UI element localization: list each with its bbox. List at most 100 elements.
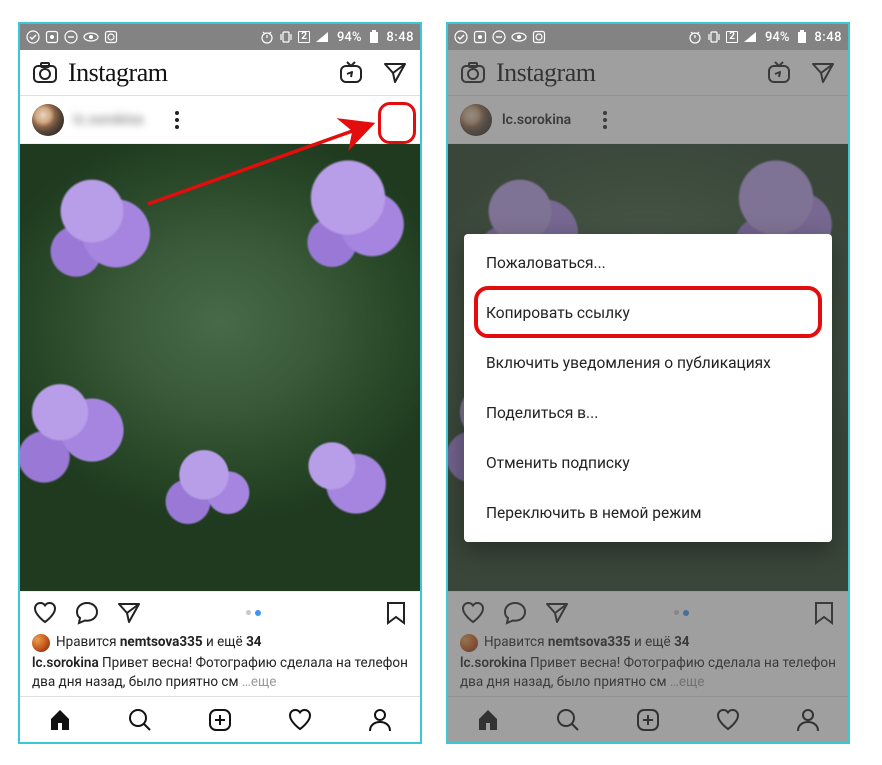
app-header: Instagram <box>448 50 848 96</box>
carousel-indicator <box>674 610 689 616</box>
nav-search[interactable] <box>554 706 582 734</box>
more-button[interactable] <box>591 106 619 134</box>
battery-icon <box>797 30 807 44</box>
nav-add[interactable] <box>206 706 234 734</box>
action-row <box>448 591 848 633</box>
battery-pct: 94% <box>765 30 789 45</box>
eye-icon <box>511 32 527 42</box>
post-header: lc.sorokina <box>20 96 420 144</box>
comment-icon[interactable] <box>74 600 100 626</box>
sim-indicator: 2 <box>726 31 738 43</box>
liker-avatar <box>460 634 478 652</box>
heart-icon <box>287 707 313 733</box>
nav-profile[interactable] <box>366 706 394 734</box>
likes-prefix: Нравится <box>56 634 120 650</box>
popup-item-notifications[interactable]: Включить уведомления о публикациях <box>464 338 832 388</box>
profile-icon <box>367 707 393 733</box>
share-icon[interactable] <box>544 600 570 626</box>
instagram-logo: Instagram <box>68 58 167 88</box>
likes-prefix: Нравится <box>484 634 548 650</box>
likes-count: 34 <box>246 634 262 650</box>
caption-more[interactable]: …еще <box>667 674 705 690</box>
signal-icon <box>315 31 329 43</box>
likes-and-more: и ещё <box>631 634 674 650</box>
carousel-indicator <box>246 610 261 616</box>
caption-username[interactable]: lc.sorokina <box>460 655 527 671</box>
alarm-icon <box>688 30 702 44</box>
liker-name: nemtsova335 <box>548 634 631 650</box>
caption-username[interactable]: lc.sorokina <box>32 655 99 671</box>
instagram-logo: Instagram <box>496 58 595 88</box>
app-header: Instagram <box>20 50 420 96</box>
phone-right: 2 94% 8:48 Instagram lc.sorokina <box>446 22 850 744</box>
post-username[interactable]: lc.sorokina <box>74 112 143 128</box>
bottom-nav <box>20 696 420 742</box>
status-bar: 2 94% 8:48 <box>20 24 420 50</box>
likes-row[interactable]: Нравится nemtsova335 и ещё 34 <box>32 633 408 652</box>
post-meta: Нравится nemtsova335 и ещё 34 lc.sorokin… <box>448 633 848 696</box>
popup-item-report[interactable]: Пожаловаться... <box>464 238 832 288</box>
direct-icon[interactable] <box>810 60 836 86</box>
battery-icon <box>369 30 379 44</box>
post-image[interactable] <box>20 144 420 591</box>
nav-profile[interactable] <box>794 706 822 734</box>
popup-item-copy-link[interactable]: Копировать ссылку <box>464 288 832 338</box>
dnd-icon <box>64 30 78 44</box>
sim-indicator: 2 <box>298 31 310 43</box>
check-icon <box>26 30 40 44</box>
clock-time: 8:48 <box>814 30 842 45</box>
nav-activity[interactable] <box>714 706 742 734</box>
action-row <box>20 591 420 633</box>
direct-icon[interactable] <box>382 60 408 86</box>
nav-search[interactable] <box>126 706 154 734</box>
popup-item-unfollow[interactable]: Отменить подписку <box>464 438 832 488</box>
caption-row: lc.sorokina Привет весна! Фотографию сде… <box>32 654 408 692</box>
comment-icon[interactable] <box>502 600 528 626</box>
popup-item-mute[interactable]: Переключить в немой режим <box>464 488 832 538</box>
avatar[interactable] <box>32 104 64 136</box>
camera-icon[interactable] <box>460 60 486 86</box>
kebab-icon <box>175 111 179 129</box>
bookmark-icon[interactable] <box>384 600 408 626</box>
like-icon[interactable] <box>460 600 486 626</box>
more-button[interactable] <box>163 106 191 134</box>
caption-row: lc.sorokina Привет весна! Фотографию сде… <box>460 654 836 692</box>
nav-home[interactable] <box>474 706 502 734</box>
post-header: lc.sorokina <box>448 96 848 144</box>
home-icon <box>475 707 501 733</box>
like-icon[interactable] <box>32 600 58 626</box>
popup-item-share[interactable]: Поделиться в... <box>464 388 832 438</box>
sync-icon <box>473 30 487 44</box>
bookmark-icon[interactable] <box>812 600 836 626</box>
add-icon <box>207 707 233 733</box>
sync-icon <box>45 30 59 44</box>
likes-count: 34 <box>674 634 690 650</box>
share-icon[interactable] <box>116 600 142 626</box>
search-icon <box>127 707 153 733</box>
likes-row[interactable]: Нравится nemtsova335 и ещё 34 <box>460 633 836 652</box>
app-icon <box>104 30 118 44</box>
camera-icon[interactable] <box>32 60 58 86</box>
home-icon <box>47 707 73 733</box>
eye-icon <box>83 32 99 42</box>
avatar[interactable] <box>460 104 492 136</box>
alarm-icon <box>260 30 274 44</box>
igtv-icon[interactable] <box>766 60 792 86</box>
post-username[interactable]: lc.sorokina <box>502 112 571 128</box>
nav-activity[interactable] <box>286 706 314 734</box>
heart-icon <box>715 707 741 733</box>
phone-left: 2 94% 8:48 Instagram lc.sorokina <box>18 22 422 744</box>
dnd-icon <box>492 30 506 44</box>
vibrate-icon <box>707 30 721 44</box>
caption-more[interactable]: …еще <box>239 674 277 690</box>
igtv-icon[interactable] <box>338 60 364 86</box>
search-icon <box>555 707 581 733</box>
nav-add[interactable] <box>634 706 662 734</box>
likes-and-more: и ещё <box>203 634 246 650</box>
status-bar: 2 94% 8:48 <box>448 24 848 50</box>
liker-name: nemtsova335 <box>120 634 203 650</box>
nav-home[interactable] <box>46 706 74 734</box>
profile-icon <box>795 707 821 733</box>
post-meta: Нравится nemtsova335 и ещё 34 lc.sorokin… <box>20 633 420 696</box>
clock-time: 8:48 <box>386 30 414 45</box>
